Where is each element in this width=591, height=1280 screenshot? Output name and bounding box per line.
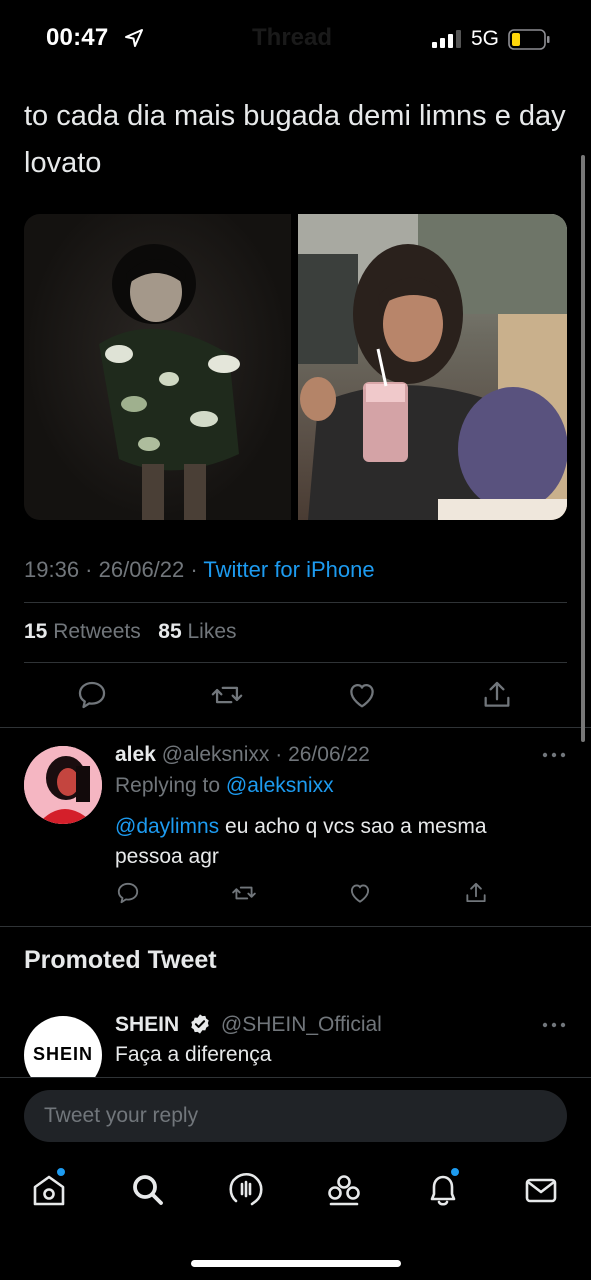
promoted-heading: Promoted Tweet (24, 946, 217, 974)
spaces-icon (229, 1172, 263, 1206)
photo-2-image (298, 214, 567, 520)
communities-icon (328, 1175, 360, 1206)
promoted-header: SHEIN @SHEIN_Official (115, 1013, 382, 1037)
photo-1[interactable] (24, 214, 291, 520)
reply-share-button[interactable] (463, 880, 489, 906)
likes-count: 85 (158, 620, 182, 643)
tweet-stats: 15 Retweets 85 Likes (24, 620, 237, 644)
home-indicator[interactable] (191, 1260, 401, 1267)
reply-more-icon[interactable] (542, 752, 566, 758)
reply-input[interactable] (24, 1090, 567, 1142)
like-button[interactable] (345, 678, 379, 712)
messages-icon (525, 1178, 557, 1203)
divider (24, 662, 567, 663)
photo-2[interactable] (298, 214, 567, 520)
search-icon (133, 1175, 163, 1205)
verified-badge-icon (191, 1014, 209, 1034)
retweet-icon (211, 686, 243, 704)
tweet-meta: 19:36 · 26/06/22 · Twitter for iPhone (24, 557, 375, 582)
divider (0, 727, 591, 728)
tweet-text: to cada dia mais bugada demi limns e day… (24, 100, 566, 179)
reply-like-button[interactable] (347, 880, 373, 906)
reply-icon (117, 882, 139, 904)
retweets-stat[interactable]: 15 Retweets (24, 620, 141, 643)
photo-1-image (99, 244, 240, 520)
retweet-button[interactable] (210, 678, 244, 712)
divider (0, 926, 591, 927)
tweet-media[interactable] (24, 214, 567, 520)
replying-to: Replying to @aleksnixx (115, 774, 334, 798)
header-title: Thread (252, 24, 333, 51)
reply-avatar[interactable] (24, 746, 102, 824)
nav-spaces[interactable] (226, 1170, 266, 1210)
location-arrow-icon (125, 29, 143, 47)
nav-home[interactable] (29, 1167, 69, 1210)
nav-communities[interactable] (324, 1170, 364, 1210)
divider (24, 602, 567, 603)
share-icon (484, 681, 510, 707)
reply-author-handle[interactable]: @aleksnixx (162, 743, 270, 766)
reply-retweet-button[interactable] (231, 880, 257, 906)
notifications-dot (450, 1167, 460, 1177)
nav-notifications[interactable] (423, 1167, 463, 1210)
retweet-icon (232, 886, 256, 900)
heart-icon (350, 683, 374, 708)
battery-icon (508, 29, 550, 50)
tweet-source-link[interactable]: Twitter for iPhone (203, 557, 374, 582)
tweet-date: 26/06/22 (98, 557, 185, 582)
shein-logo: SHEIN (32, 1044, 93, 1064)
reply-icon (78, 681, 106, 709)
retweets-label: Retweets (53, 620, 141, 643)
reply-header: alek @aleksnixx · 26/06/22 (115, 743, 370, 766)
share-icon (466, 882, 486, 903)
reply-reply-button[interactable] (115, 880, 141, 906)
promoted-text: Faça a diferença (115, 1043, 272, 1066)
heart-icon (350, 884, 370, 903)
reply-date: 26/06/22 (288, 743, 370, 766)
reply-mention-link[interactable]: @daylimns (115, 815, 219, 838)
retweets-count: 15 (24, 620, 48, 643)
promoted-author-handle[interactable]: @SHEIN_Official (221, 1013, 382, 1036)
tweet-time: 19:36 (24, 557, 80, 582)
reply-button[interactable] (75, 678, 109, 712)
promoted-author-name[interactable]: SHEIN (115, 1013, 179, 1036)
reply-author-name[interactable]: alek (115, 743, 156, 766)
network-type: 5G (471, 27, 500, 50)
likes-stat[interactable]: 85 Likes (158, 620, 236, 643)
likes-label: Likes (187, 620, 237, 643)
reply-text: @daylimns eu acho q vcs sao a mesma pess… (115, 812, 555, 872)
home-notification-dot (56, 1167, 66, 1177)
scrollbar[interactable] (581, 155, 585, 742)
promoted-more-icon[interactable] (542, 1022, 566, 1028)
reply-avatar-image (24, 746, 102, 824)
status-time: 00:47 (46, 24, 109, 51)
replying-label: Replying to (115, 774, 221, 797)
replying-handle-link[interactable]: @aleksnixx (226, 774, 334, 797)
cellular-signal-icon (432, 30, 461, 48)
nav-search[interactable] (128, 1170, 168, 1210)
share-button[interactable] (480, 678, 514, 712)
nav-messages[interactable] (521, 1170, 561, 1210)
status-bar: 00:47 Thread 5G (0, 0, 591, 80)
